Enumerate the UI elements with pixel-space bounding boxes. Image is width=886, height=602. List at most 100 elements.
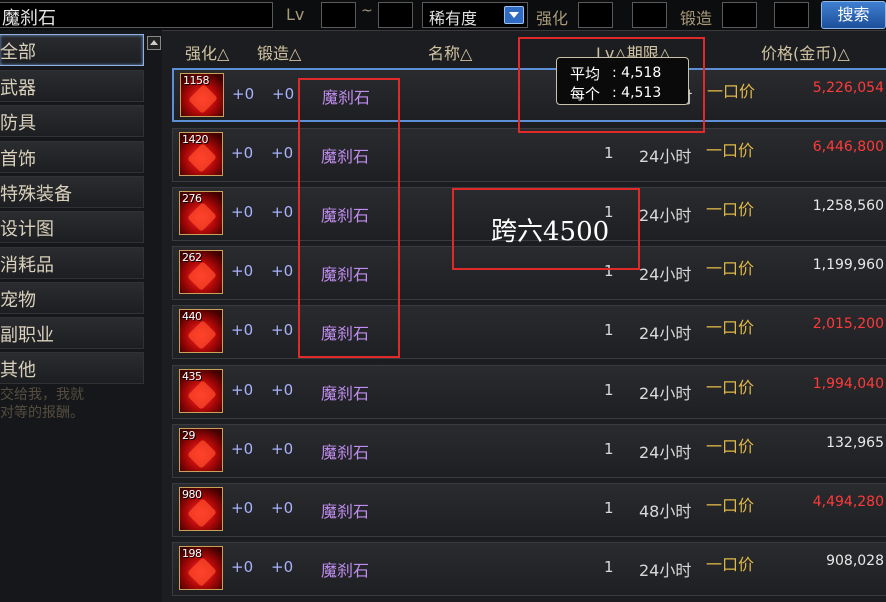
rarity-value: 稀有度: [429, 9, 478, 28]
enhance-value: +0: [231, 381, 254, 399]
category-special-equipment[interactable]: 特殊装备: [0, 176, 144, 208]
item-price: 1,199,960: [812, 257, 884, 273]
forge-value: +0: [271, 381, 294, 399]
item-level: 1: [604, 499, 614, 517]
category-label: 防具: [0, 113, 36, 134]
category-other[interactable]: 其他: [0, 352, 144, 384]
header-forge[interactable]: 锻造△: [257, 40, 301, 64]
each-label: 每个: [570, 85, 601, 103]
category-blueprint[interactable]: 设计图: [0, 211, 144, 243]
listing-duration: 24小时: [639, 561, 692, 580]
category-armor[interactable]: 防具: [0, 105, 144, 137]
demon-stone-icon: 440: [179, 309, 223, 353]
stack-count: 198: [182, 547, 202, 560]
category-label: 其他: [0, 360, 36, 381]
forge-min-input[interactable]: [722, 2, 757, 28]
npc-dialog-text: 交给我，我就 对等的报酬。: [0, 386, 130, 422]
scroll-up-button[interactable]: [147, 36, 161, 50]
item-price: 1,994,040: [812, 376, 884, 392]
demon-stone-icon: 262: [179, 250, 223, 294]
listing-duration: 48小时: [639, 502, 692, 521]
table-row[interactable]: 440 +0 +0 魔刹石 1 24小时 一口价 2,015,200: [172, 305, 886, 359]
item-price: 5,226,054: [812, 80, 884, 96]
table-row[interactable]: 198 +0 +0 魔刹石 1 24小时 一口价 908,028: [172, 542, 886, 596]
enhance-max-input[interactable]: [632, 2, 667, 28]
item-price: 2,015,200: [812, 316, 884, 332]
filter-bar: 魔刹石 Lv ~ 稀有度 强化 锻造 搜索: [0, 0, 886, 31]
npc-line: 对等的报酬。: [0, 405, 84, 421]
search-value: 魔刹石: [2, 8, 56, 29]
forge-max-input[interactable]: [774, 2, 809, 28]
table-row[interactable]: 980 +0 +0 魔刹石 1 48小时 一口价 4,494,280: [172, 483, 886, 537]
sale-type: 一口价: [706, 437, 755, 456]
category-label: 首饰: [0, 149, 36, 170]
category-label: 特殊装备: [0, 184, 72, 205]
npc-line: 交给我，我就: [0, 387, 84, 403]
enhance-min-input[interactable]: [578, 2, 613, 28]
chevron-down-icon[interactable]: [504, 6, 524, 24]
sale-type: 一口价: [706, 496, 755, 515]
lv-label: Lv: [286, 5, 305, 24]
enhance-value: +0: [231, 144, 254, 162]
enhance-value: +0: [231, 321, 254, 339]
forge-value: +0: [271, 558, 294, 576]
enhance-value: +0: [231, 440, 254, 458]
item-name: 魔刹石: [321, 502, 370, 521]
sale-type: 一口价: [706, 259, 755, 278]
listing-duration: 24小时: [639, 443, 692, 462]
enhance-value: +0: [231, 499, 254, 517]
stack-count: 276: [182, 192, 202, 205]
category-all[interactable]: 全部: [0, 34, 144, 66]
item-level: 1: [604, 558, 614, 576]
stack-count: 980: [182, 488, 202, 501]
demon-stone-icon: 980: [179, 487, 223, 531]
sale-type: 一口价: [706, 318, 755, 337]
category-consumable[interactable]: 消耗品: [0, 247, 144, 279]
item-name: 魔刹石: [321, 561, 370, 580]
category-label: 消耗品: [0, 255, 54, 276]
listing-duration: 24小时: [639, 384, 692, 403]
item-price: 132,965: [826, 435, 884, 451]
stack-count: 1158: [183, 74, 210, 87]
item-price: 908,028: [826, 553, 884, 569]
listing-duration: 24小时: [639, 147, 692, 166]
item-level: 1: [604, 440, 614, 458]
item-name: 魔刹石: [321, 443, 370, 462]
item-level: 1: [604, 321, 614, 339]
category-label: 副职业: [0, 325, 54, 346]
header-name[interactable]: 名称△: [428, 40, 472, 64]
annotation-text: 跨六4500: [491, 217, 610, 247]
category-accessory[interactable]: 首饰: [0, 141, 144, 173]
price-tooltip: 平均 : 4,518 每个 : 4,513: [556, 57, 689, 105]
table-row[interactable]: 1420 +0 +0 魔刹石 1 24小时 一口价 6,446,800: [172, 128, 886, 182]
avg-value: : 4,518: [612, 65, 662, 81]
rarity-dropdown[interactable]: 稀有度: [422, 2, 528, 28]
stack-count: 440: [182, 310, 202, 323]
header-enhance[interactable]: 强化△: [185, 40, 229, 64]
item-search-input[interactable]: 魔刹石: [0, 2, 273, 29]
lv-min-input[interactable]: [321, 2, 356, 28]
enhance-value: +0: [231, 203, 254, 221]
category-label: 设计图: [0, 219, 54, 240]
demon-stone-icon: 198: [179, 546, 223, 590]
category-sub-job[interactable]: 副职业: [0, 317, 144, 349]
category-label: 宠物: [0, 290, 36, 311]
sale-type: 一口价: [706, 200, 755, 219]
search-button[interactable]: 搜索: [821, 1, 886, 29]
category-pet[interactable]: 宠物: [0, 282, 144, 314]
sale-type: 一口价: [707, 82, 756, 101]
table-row[interactable]: 29 +0 +0 魔刹石 1 24小时 一口价 132,965: [172, 424, 886, 478]
forge-value: +0: [271, 203, 294, 221]
item-level: 1: [604, 381, 614, 399]
table-row[interactable]: 435 +0 +0 魔刹石 1 24小时 一口价 1,994,040: [172, 365, 886, 419]
demon-stone-icon: 29: [179, 428, 223, 472]
stack-count: 1420: [182, 133, 209, 146]
sale-type: 一口价: [706, 141, 755, 160]
demon-stone-icon: 435: [179, 369, 223, 413]
header-price[interactable]: 价格(金币)△: [761, 40, 850, 64]
category-weapon[interactable]: 武器: [0, 70, 144, 102]
item-price: 4,494,280: [812, 494, 884, 510]
stack-count: 435: [182, 370, 202, 383]
each-value: : 4,513: [612, 85, 662, 101]
lv-max-input[interactable]: [378, 2, 413, 28]
